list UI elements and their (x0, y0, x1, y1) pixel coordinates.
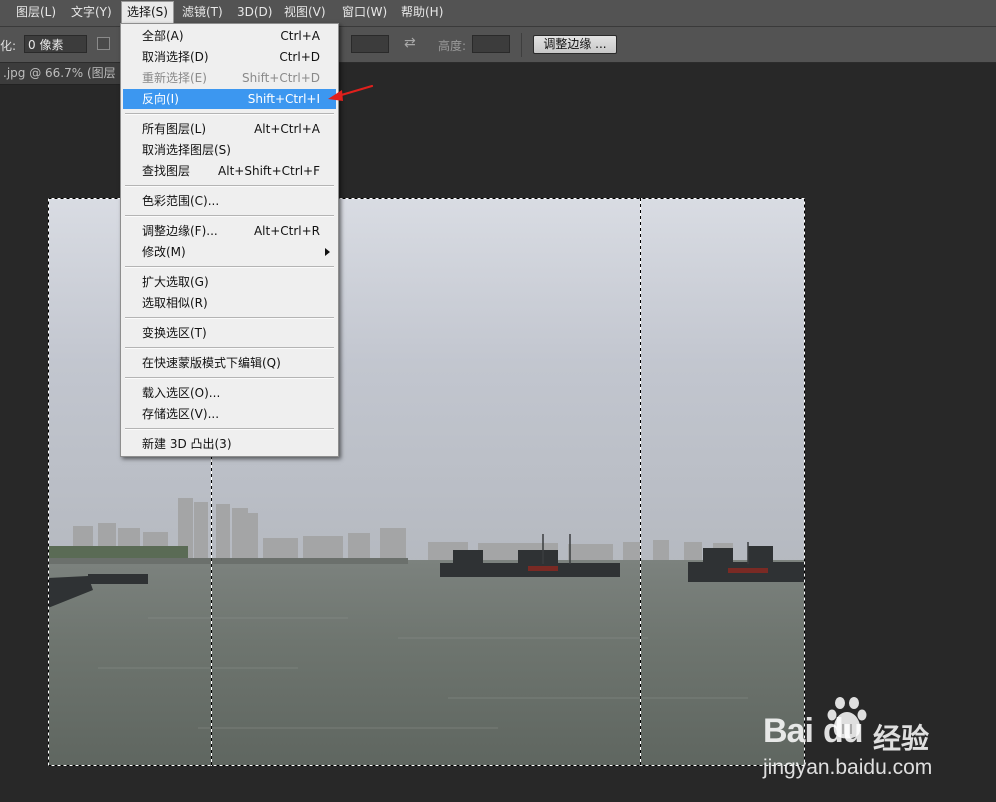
feather-label: 化: (0, 39, 17, 53)
menu-item-label: 取消选择图层(S) (142, 143, 231, 157)
menu-item-shortcut: Shift+Ctrl+D (242, 71, 320, 85)
baidu-jingyan-watermark: Bai du 经验 jingyan.baidu.com (763, 694, 958, 784)
menu-item-label: 反向(I) (142, 92, 179, 106)
menu-item-label: 变换选区(T) (142, 326, 207, 340)
menu-item-shortcut: Ctrl+D (279, 50, 320, 64)
menu-separator (125, 317, 334, 319)
menu-item-grow[interactable]: 扩大选取(G) (123, 272, 336, 292)
menu-item-shortcut: Alt+Ctrl+R (253, 224, 320, 238)
menu-select[interactable]: 选择(S) (121, 1, 174, 24)
menu-item-find-layers[interactable]: 查找图层 Alt+Shift+Ctrl+F (123, 161, 336, 181)
watermark-url: jingyan.baidu.com (763, 756, 933, 779)
menu-item-label: 载入选区(O)... (142, 386, 221, 400)
menu-item-quick-mask[interactable]: 在快速蒙版模式下编辑(Q) (123, 353, 336, 373)
menu-window[interactable]: 窗口(W) (337, 2, 392, 23)
menu-separator (125, 266, 334, 268)
menu-type[interactable]: 文字(Y) (66, 2, 117, 23)
menu-item-label: 调整边缘(F)... (142, 224, 218, 238)
watermark-brand-suffix: du (823, 712, 864, 750)
menu-separator (125, 347, 334, 349)
menu-item-label: 在快速蒙版模式下编辑(Q) (142, 356, 281, 370)
menu-item-shortcut: Ctrl+A (280, 29, 320, 43)
menu-item-label: 所有图层(L) (142, 122, 207, 136)
menu-item-label: 色彩范围(C)... (142, 194, 220, 208)
menu-separator (125, 185, 334, 187)
menu-item-label: 查找图层 (142, 164, 191, 178)
swap-dimensions-icon[interactable]: ⇄ (404, 35, 416, 51)
menu-item-label: 存储选区(V)... (142, 407, 220, 421)
menu-item-color-range[interactable]: 色彩范围(C)... (123, 191, 336, 211)
annotation-arrow-icon (328, 84, 374, 101)
height-label: 高度: (438, 39, 467, 53)
menu-item-label: 重新选择(E) (142, 71, 207, 85)
menu-help[interactable]: 帮助(H) (396, 2, 448, 23)
menu-item-shortcut: Shift+Ctrl+I (247, 92, 320, 106)
menu-item-modify[interactable]: 修改(M) (123, 242, 336, 262)
menu-item-label: 取消选择(D) (142, 50, 209, 64)
menu-filter[interactable]: 滤镜(T) (177, 2, 228, 23)
anti-alias-checkbox[interactable] (97, 37, 110, 50)
options-divider (521, 33, 522, 57)
width-input[interactable] (351, 35, 389, 53)
menu-separator (125, 428, 334, 430)
menu-view[interactable]: 视图(V) (279, 2, 331, 23)
menu-item-load-selection[interactable]: 载入选区(O)... (123, 383, 336, 403)
watermark-product: 经验 (873, 722, 930, 755)
menu-item-similar[interactable]: 选取相似(R) (123, 293, 336, 313)
refine-edge-button[interactable]: 调整边缘 ... (533, 35, 617, 54)
menu-item-inverse[interactable]: 反向(I) Shift+Ctrl+I (123, 89, 336, 109)
menu-item-label: 选取相似(R) (142, 296, 208, 310)
watermark-brand: Bai (763, 712, 814, 750)
menu-item-label: 扩大选取(G) (142, 275, 209, 289)
menu-3d[interactable]: 3D(D) (232, 2, 277, 23)
menu-layer[interactable]: 图层(L) (11, 2, 61, 23)
menu-item-all-layers[interactable]: 所有图层(L) Alt+Ctrl+A (123, 119, 336, 139)
menu-separator (125, 377, 334, 379)
menu-separator (125, 113, 334, 115)
menu-item-shortcut: Alt+Ctrl+A (254, 122, 320, 136)
menu-item-label: 全部(A) (142, 29, 184, 43)
menu-item-deselect[interactable]: 取消选择(D) Ctrl+D (123, 47, 336, 67)
menu-item-refine-edge[interactable]: 调整边缘(F)... Alt+Ctrl+R (123, 221, 336, 241)
menu-item-label: 新建 3D 凸出(3) (142, 437, 232, 451)
menu-item-shortcut: Alt+Shift+Ctrl+F (218, 164, 320, 178)
feather-input[interactable]: 0 像素 (24, 35, 87, 53)
height-input[interactable] (472, 35, 510, 53)
menu-item-select-all[interactable]: 全部(A) Ctrl+A (123, 26, 336, 46)
submenu-arrow-icon (325, 248, 330, 256)
menu-item-save-selection[interactable]: 存储选区(V)... (123, 404, 336, 424)
menu-item-deselect-layers[interactable]: 取消选择图层(S) (123, 140, 336, 160)
menu-item-label: 修改(M) (142, 245, 186, 259)
menu-item-transform-selection[interactable]: 变换选区(T) (123, 323, 336, 343)
select-menu-dropdown: 全部(A) Ctrl+A 取消选择(D) Ctrl+D 重新选择(E) Shif… (120, 23, 339, 457)
menu-separator (125, 215, 334, 217)
menu-item-new-3d-extrusion[interactable]: 新建 3D 凸出(3) (123, 434, 336, 454)
menu-item-reselect: 重新选择(E) Shift+Ctrl+D (123, 68, 336, 88)
